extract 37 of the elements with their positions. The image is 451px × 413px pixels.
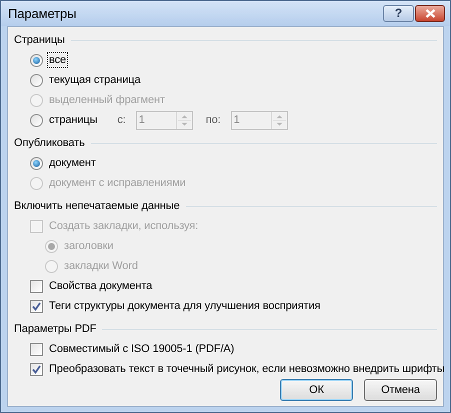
check-icon (32, 364, 41, 374)
radio-button[interactable] (30, 74, 43, 86)
option-label: Преобразовать текст в точечный рисунок, если невозможно внедрить шрифты (48, 362, 446, 376)
section-heading: Включить непечатаемые данные (14, 198, 180, 214)
option-label: все (48, 53, 68, 67)
option-label: Свойства документа (48, 279, 154, 293)
close-button[interactable] (415, 5, 445, 22)
checkbox[interactable] (30, 280, 43, 292)
checkbox[interactable] (30, 300, 43, 312)
option-label: Создать закладки, используя: (48, 219, 200, 233)
option-label: документ (48, 156, 97, 170)
option-label: закладки Word (63, 259, 139, 273)
checkbox[interactable] (30, 342, 43, 356)
option-label: выделенный фрагмент (48, 93, 166, 107)
option-label: страницы (48, 113, 98, 127)
dialog-button[interactable]: Отмена (364, 379, 437, 401)
range-label: по: (206, 112, 221, 128)
range-label: с: (117, 112, 126, 128)
window-title: Параметры (8, 4, 78, 23)
checkbox[interactable] (30, 362, 43, 376)
help-button[interactable]: ? (383, 5, 414, 22)
radio-button[interactable] (30, 114, 43, 126)
section-heading: Страницы (14, 32, 65, 48)
field-value: 1 (232, 112, 241, 128)
section-heading: Параметры PDF (14, 322, 96, 337)
radio-button[interactable] (30, 156, 43, 170)
option-label: текущая страница (48, 73, 142, 87)
option-label: документ с исправлениями (48, 176, 187, 190)
dialog-button[interactable]: ОК (280, 379, 353, 401)
option-label: заголовки (63, 239, 114, 253)
option-label: Совместимый с ISO 19005-1 (PDF/A) (48, 342, 236, 356)
check-icon (32, 302, 41, 310)
field-value: 1 (138, 112, 146, 128)
radio-button[interactable] (30, 54, 43, 66)
option-label: Теги структуры документа для улучшения восприятия (48, 299, 322, 313)
close-icon (424, 9, 436, 18)
section-heading: Опубликовать (14, 136, 85, 151)
